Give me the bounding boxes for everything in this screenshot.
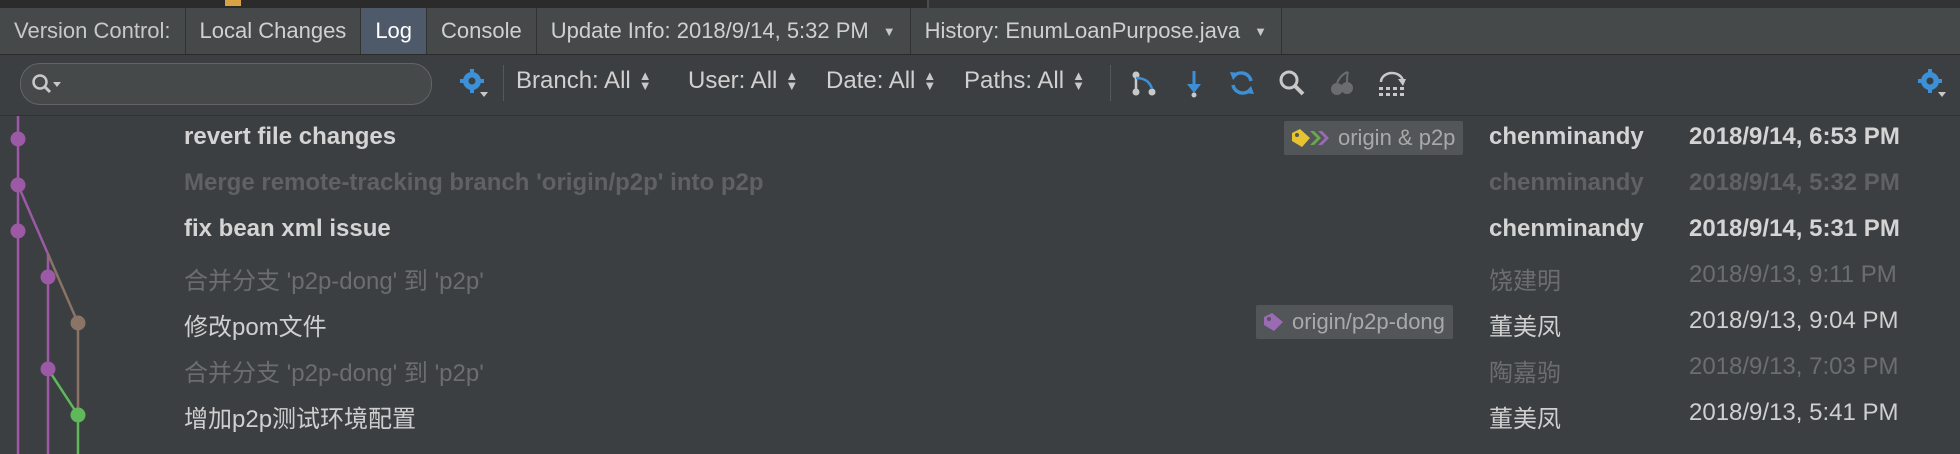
commit-node — [10, 131, 26, 147]
chevron-down-icon: ▼ — [882, 23, 896, 39]
search-input[interactable] — [20, 63, 432, 105]
commit-date: 2018/9/13, 7:03 PM — [1689, 353, 1899, 380]
updown-icon: ▲ ▼ — [785, 68, 799, 93]
commit-date: 2018/9/14, 5:31 PM — [1689, 215, 1900, 242]
updown-icon: ▲ ▼ — [638, 68, 652, 93]
commit-log: revert file changes origin & p2p chenmin… — [0, 116, 1960, 454]
commit-message: 合并分支 'p2p-dong' 到 'p2p' — [184, 360, 484, 387]
filter-paths-label: Paths: All — [964, 67, 1065, 94]
branch-ref-label: origin/p2p-dong — [1292, 309, 1445, 334]
commit-message: revert file changes — [184, 123, 397, 150]
editor-area — [927, 0, 1960, 8]
branch-ref: origin & p2p — [1284, 121, 1464, 155]
search-icon — [32, 74, 61, 94]
tag-icon — [1292, 129, 1329, 147]
commit-author: 陶嘉驹 — [1489, 360, 1561, 387]
commit-row[interactable]: Merge remote-tracking branch 'origin/p2p… — [0, 162, 1960, 208]
commit-row[interactable]: 合并分支 'p2p-dong' 到 'p2p' 饶建明 2018/9/13, 9… — [0, 254, 1960, 300]
filter-user-label: User: All — [688, 67, 778, 94]
filter-user[interactable]: User: All ▲ ▼ — [688, 67, 798, 95]
find-icon[interactable] — [1274, 65, 1310, 101]
tab-local-changes[interactable]: Local Changes — [186, 8, 362, 54]
commit-author: chenminandy — [1489, 215, 1644, 242]
commit-date: 2018/9/13, 9:04 PM — [1689, 307, 1899, 334]
version-control-label: Version Control: — [0, 8, 186, 54]
filter-branch-label: Branch: All — [516, 67, 631, 94]
cherry-pick-icon[interactable] — [1324, 65, 1360, 101]
settings-icon[interactable] — [1912, 65, 1952, 101]
tag-icon — [1264, 313, 1283, 331]
commit-row[interactable]: 增加p2p测试环境配置 董美凤 2018/9/13, 5:41 PM — [0, 392, 1960, 438]
commit-graph — [10, 116, 86, 454]
commit-node — [10, 223, 26, 239]
commit-author: 董美凤 — [1489, 314, 1561, 341]
commit-author: 饶建明 — [1489, 268, 1561, 295]
commit-node — [70, 315, 86, 331]
editor-marker — [225, 0, 241, 6]
commit-message: Merge remote-tracking branch 'origin/p2p… — [184, 169, 764, 196]
commit-message: fix bean xml issue — [184, 215, 391, 242]
arrow-down-icon[interactable] — [1176, 65, 1212, 101]
commit-node — [70, 407, 86, 423]
commit-row[interactable]: 合并分支 'p2p-dong' 到 'p2p' 陶嘉驹 2018/9/13, 7… — [0, 346, 1960, 392]
toolbar-divider — [503, 65, 504, 101]
commit-message: 修改pom文件 — [184, 314, 327, 341]
commit-node — [40, 361, 56, 377]
branch-ref-label: origin & p2p — [1338, 125, 1456, 150]
tab-bar: Version Control: Local Changes Log Conso… — [0, 8, 1960, 55]
tab-log[interactable]: Log — [361, 8, 428, 54]
commit-date: 2018/9/14, 5:32 PM — [1689, 169, 1900, 196]
toolbar-divider — [1110, 65, 1111, 101]
tab-update-info-label: Update Info: 2018/9/14, 5:32 PM — [550, 18, 869, 43]
commit-node — [40, 269, 56, 285]
commit-author: 董美凤 — [1489, 406, 1561, 433]
tab-history[interactable]: History: EnumLoanPurpose.java ▼ — [911, 8, 1283, 54]
updown-icon: ▲ ▼ — [1072, 68, 1085, 93]
commit-row[interactable]: 修改pom文件 origin/p2p-dong 董美凤 2018/9/13, 9… — [0, 300, 1960, 346]
commit-message: 增加p2p测试环境配置 — [184, 406, 417, 433]
commit-row[interactable]: revert file changes origin & p2p chenmin… — [0, 116, 1960, 162]
commit-date: 2018/9/13, 9:11 PM — [1689, 261, 1897, 288]
branch-ref: origin/p2p-dong — [1256, 305, 1453, 339]
settings-icon[interactable] — [454, 65, 494, 101]
filter-date-label: Date: All — [826, 67, 916, 94]
refresh-icon[interactable] — [1224, 65, 1260, 101]
updown-icon: ▲ ▼ — [923, 68, 937, 93]
tab-history-label: History: EnumLoanPurpose.java — [924, 18, 1241, 43]
tab-update-info[interactable]: Update Info: 2018/9/14, 5:32 PM ▼ — [537, 8, 911, 54]
filter-branch[interactable]: Branch: All ▲ ▼ — [516, 67, 652, 95]
tab-console[interactable]: Console — [427, 8, 537, 54]
chevron-down-icon: ▼ — [1254, 23, 1268, 39]
filter-date[interactable]: Date: All ▲ ▼ — [826, 67, 936, 95]
commit-row[interactable]: fix bean xml issue chenminandy 2018/9/14… — [0, 208, 1960, 254]
commit-author: chenminandy — [1489, 123, 1644, 150]
top-strip — [0, 0, 1960, 8]
commit-author: chenminandy — [1489, 169, 1644, 196]
commit-date: 2018/9/14, 6:53 PM — [1689, 123, 1900, 150]
filter-paths[interactable]: Paths: All ▲ ▼ — [964, 67, 1085, 95]
commit-message: 合并分支 'p2p-dong' 到 'p2p' — [184, 268, 484, 295]
commit-node — [10, 177, 26, 193]
intellisort-icon[interactable] — [1374, 65, 1410, 101]
commit-date: 2018/9/13, 5:41 PM — [1689, 399, 1899, 426]
branch-icon[interactable] — [1126, 65, 1162, 101]
log-toolbar: Branch: All ▲ ▼ User: All ▲ ▼ Date: All ▲ ▼… — [0, 55, 1960, 116]
